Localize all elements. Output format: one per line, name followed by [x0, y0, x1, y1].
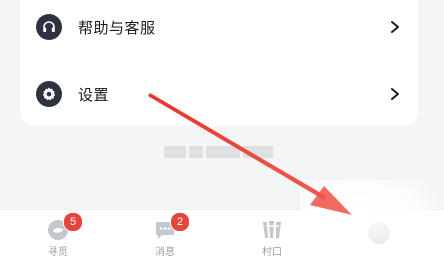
menu-item-settings[interactable]: 设置	[20, 66, 418, 122]
blurred-version-text	[164, 146, 274, 158]
chevron-right-icon	[391, 88, 399, 100]
headset-icon	[36, 14, 62, 40]
tab-label: 消息	[155, 247, 175, 258]
tab-village[interactable]: 村口	[237, 210, 307, 259]
profile-page: 帮助与客服 设置 5 寻觅 2 消息 村口	[0, 0, 444, 259]
menu-item-label: 设置	[78, 85, 110, 104]
unread-badge: 5	[63, 212, 83, 232]
tab-label: 村口	[262, 247, 282, 258]
tab-discover[interactable]: 5 寻觅	[23, 210, 93, 259]
gear-icon	[36, 81, 62, 107]
profile-icon[interactable]	[368, 222, 390, 244]
unread-badge: 2	[170, 212, 190, 232]
menu-item-label: 帮助与客服	[78, 18, 156, 37]
tab-messages[interactable]: 2 消息	[130, 210, 200, 259]
menu-item-help-service[interactable]: 帮助与客服	[20, 0, 418, 55]
tab-label: 寻觅	[48, 247, 68, 258]
menu-card: 帮助与客服 设置	[20, 0, 418, 126]
village-icon	[263, 221, 281, 238]
chevron-right-icon	[391, 21, 399, 33]
